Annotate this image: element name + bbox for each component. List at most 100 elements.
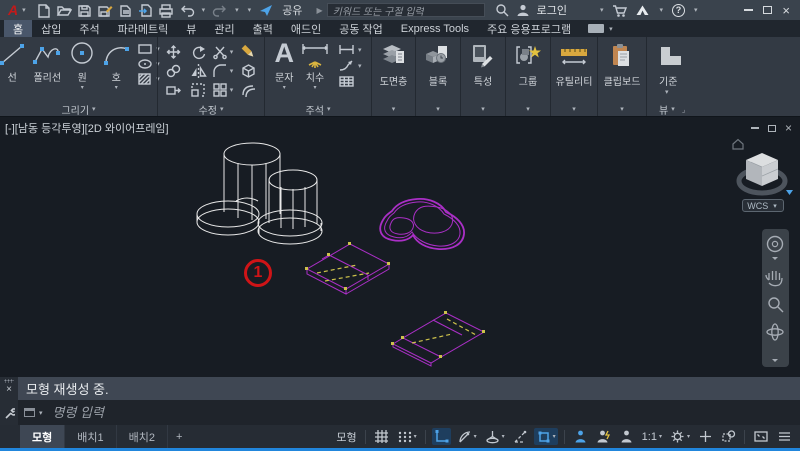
model-space-canvas[interactable]: [-][남동 등각투영][2D 와이어프레임] WCS 1 <box>0 116 800 377</box>
explode-button[interactable] <box>236 61 261 80</box>
leader-button[interactable] <box>338 59 364 72</box>
base-dropdown-icon[interactable] <box>665 88 669 96</box>
new-layout-button[interactable]: + <box>168 425 190 448</box>
command-close-icon[interactable] <box>6 385 12 395</box>
autodesk-arrow-icon[interactable] <box>659 6 663 14</box>
grid-button[interactable] <box>372 428 391 445</box>
navigation-bar[interactable] <box>762 229 789 367</box>
modify-panel-footer[interactable]: 수정 <box>158 102 264 117</box>
batch-plot-icon[interactable] <box>118 3 133 18</box>
tab-layout1[interactable]: 배치1 <box>65 425 117 448</box>
search-input[interactable]: 키워드 또는 구절 입력 <box>326 3 485 18</box>
tab-output[interactable]: 출력 <box>244 20 282 37</box>
trim-button[interactable] <box>211 42 236 61</box>
customize-button[interactable] <box>775 429 794 444</box>
draw-panel-footer[interactable]: 그리기 <box>0 102 157 117</box>
view-panel-footer[interactable]: 뷰⌟ <box>647 102 800 117</box>
utilities-button[interactable]: 유틸리티 <box>551 37 597 102</box>
group-button[interactable]: 그룹 <box>506 37 550 102</box>
plan-view-shape-2[interactable] <box>391 311 486 367</box>
mirror-button[interactable] <box>186 61 211 80</box>
tab-express-tools[interactable]: Express Tools <box>392 20 478 37</box>
table-button[interactable] <box>338 75 364 88</box>
offset-button[interactable] <box>236 80 261 99</box>
text-dropdown-icon[interactable] <box>283 84 286 91</box>
command-prompt-line[interactable] <box>18 400 800 425</box>
save-as-icon[interactable] <box>97 3 113 18</box>
rotate-button[interactable] <box>186 42 211 61</box>
copy-button[interactable] <box>161 61 186 80</box>
workspace-button[interactable] <box>668 428 692 445</box>
base-button[interactable]: 기준 <box>647 37 800 102</box>
redo-arrow-icon[interactable] <box>235 6 239 14</box>
move-button[interactable] <box>161 42 186 61</box>
tab-model[interactable]: 모형 <box>20 425 66 448</box>
tab-insert[interactable]: 삽입 <box>32 20 70 37</box>
polyline-button[interactable]: 폴리선 <box>29 39 65 85</box>
tab-parametric[interactable]: 파라메트릭 <box>109 20 178 37</box>
maximize-icon[interactable] <box>763 6 773 14</box>
command-input[interactable] <box>50 404 351 421</box>
help-icon[interactable] <box>672 3 685 17</box>
tab-view[interactable]: 뷰 <box>177 20 205 37</box>
scale-button[interactable] <box>186 80 211 99</box>
cart-icon[interactable] <box>612 3 628 18</box>
polar-tracking-button[interactable] <box>455 428 479 445</box>
circle-button[interactable]: 원 <box>65 39 99 92</box>
block-panel-footer[interactable] <box>416 102 460 116</box>
text-button[interactable]: 문자 <box>272 39 296 92</box>
dim-linear-button[interactable] <box>338 43 364 56</box>
autodesk-logo-icon[interactable] <box>635 3 650 17</box>
drawing-minimize-icon[interactable] <box>750 127 759 129</box>
new-file-icon[interactable] <box>36 3 51 18</box>
clean-screen-button[interactable] <box>751 428 771 445</box>
recent-commands-button[interactable] <box>24 408 45 417</box>
osnap-button[interactable] <box>533 428 558 445</box>
arc-button[interactable]: 호 <box>99 39 133 92</box>
annotation-scale-button[interactable] <box>617 428 636 445</box>
annotate-panel-footer[interactable]: 주석 <box>265 102 371 117</box>
tab-manage[interactable]: 관리 <box>205 20 243 37</box>
fillet-button[interactable] <box>211 61 236 80</box>
arc-dropdown-icon[interactable] <box>115 84 118 91</box>
user-icon[interactable] <box>516 3 530 17</box>
wireframe-3d-object[interactable] <box>196 142 323 245</box>
open-file-icon[interactable] <box>56 3 72 18</box>
viewport-controls-label[interactable]: [-][남동 등각투영][2D 와이어프레임] <box>5 120 169 136</box>
ribbon-display-toggle[interactable] <box>588 20 615 37</box>
layers-panel-footer[interactable] <box>372 102 415 116</box>
group-panel-footer[interactable] <box>506 102 550 116</box>
tab-addins[interactable]: 애드인 <box>282 20 330 37</box>
tab-collaborate[interactable]: 공동 작업 <box>330 20 392 37</box>
snap-button[interactable] <box>395 428 419 445</box>
array-button[interactable] <box>211 80 236 99</box>
tab-annotate[interactable]: 주석 <box>70 20 108 37</box>
osnap-tracking-button[interactable] <box>511 428 530 445</box>
plan-view-shape-1[interactable] <box>305 242 391 295</box>
properties-button[interactable]: 특성 <box>461 37 505 102</box>
export-icon[interactable] <box>138 3 153 18</box>
minimize-icon[interactable] <box>744 9 754 11</box>
undo-arrow-icon[interactable] <box>202 6 206 14</box>
add-status-button[interactable] <box>696 428 715 445</box>
search-collapse-icon[interactable] <box>316 6 322 15</box>
layers-button[interactable]: 도면층 <box>372 37 415 102</box>
circle-dropdown-icon[interactable] <box>81 84 84 91</box>
clipboard-panel-footer[interactable] <box>598 102 646 116</box>
drawing-close-icon[interactable] <box>785 122 792 134</box>
viewcube[interactable] <box>732 138 793 196</box>
tab-layout2[interactable]: 배치2 <box>117 425 168 448</box>
qat-customize-icon[interactable] <box>248 6 252 14</box>
line-button[interactable]: 선 <box>0 39 29 85</box>
app-menu-arrow-icon[interactable] <box>22 6 26 14</box>
login-arrow-icon[interactable] <box>600 6 604 14</box>
isodraft-button[interactable] <box>483 428 507 445</box>
annotation-visibility-button[interactable] <box>571 428 590 445</box>
stretch-button[interactable] <box>161 80 186 99</box>
tab-featured-apps[interactable]: 주요 응용프로그램 <box>478 20 580 37</box>
login-label[interactable]: 로그인 <box>537 2 567 18</box>
ortho-button[interactable] <box>431 428 451 445</box>
save-icon[interactable] <box>77 3 92 18</box>
annotation-autoscale-button[interactable] <box>594 428 613 445</box>
view-panel-launcher-icon[interactable]: ⌟ <box>682 105 686 114</box>
